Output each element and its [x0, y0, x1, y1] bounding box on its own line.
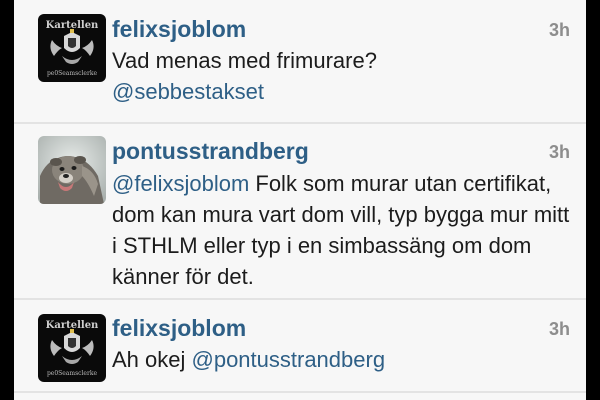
- tweet-text-body: Ah okej: [112, 347, 192, 372]
- tweet-mention-link[interactable]: @sebbestakset: [112, 79, 264, 104]
- tweet-username[interactable]: felixsjoblom: [112, 315, 246, 342]
- tweet-username[interactable]: pontusstrandberg: [112, 138, 309, 165]
- tweet-item[interactable]: Kartellen pe0Seamsclerke felixsjoblom 3h…: [14, 0, 586, 124]
- avatar[interactable]: Kartellen pe0Seamsclerke: [38, 314, 106, 382]
- timeline: Kartellen pe0Seamsclerke felixsjoblom 3h…: [14, 0, 586, 400]
- tweet-text: Vad menas med frimurare? @sebbestakset: [112, 45, 572, 107]
- tweet-username[interactable]: felixsjoblom: [112, 16, 246, 43]
- tweet-timestamp: 3h: [548, 20, 570, 40]
- crest-bottom-text: pe0Seamsclerke: [47, 70, 98, 77]
- tweet-text: @felixsjoblom Folk som murar utan certif…: [112, 168, 572, 292]
- crest-bottom-text: pe0Seamsclerke: [47, 370, 98, 377]
- tweet-item[interactable]: pontusstrandberg 3h @felixsjoblom Folk s…: [14, 124, 586, 300]
- avatar[interactable]: Kartellen pe0Seamsclerke: [38, 14, 106, 82]
- kartellen-crest-icon: Kartellen pe0Seamsclerke: [38, 14, 106, 82]
- tweet-item[interactable]: Kartellen pe0Seamsclerke felixsjoblom 3h…: [14, 300, 586, 393]
- tweet-text-body: Vad menas med frimurare?: [112, 48, 377, 73]
- tweet-text: Ah okej @pontusstrandberg: [112, 344, 572, 375]
- tweet-mention-link[interactable]: @pontusstrandberg: [192, 347, 386, 372]
- kartellen-crest-icon: Kartellen pe0Seamsclerke: [38, 314, 106, 382]
- tweet-mention-link[interactable]: @felixsjoblom: [112, 171, 249, 196]
- dog-photo-icon: [38, 136, 106, 204]
- tweet-timestamp: 3h: [548, 319, 570, 339]
- next-tweet-edge: [14, 393, 586, 400]
- tweet-timestamp: 3h: [548, 142, 570, 162]
- avatar[interactable]: [38, 136, 106, 204]
